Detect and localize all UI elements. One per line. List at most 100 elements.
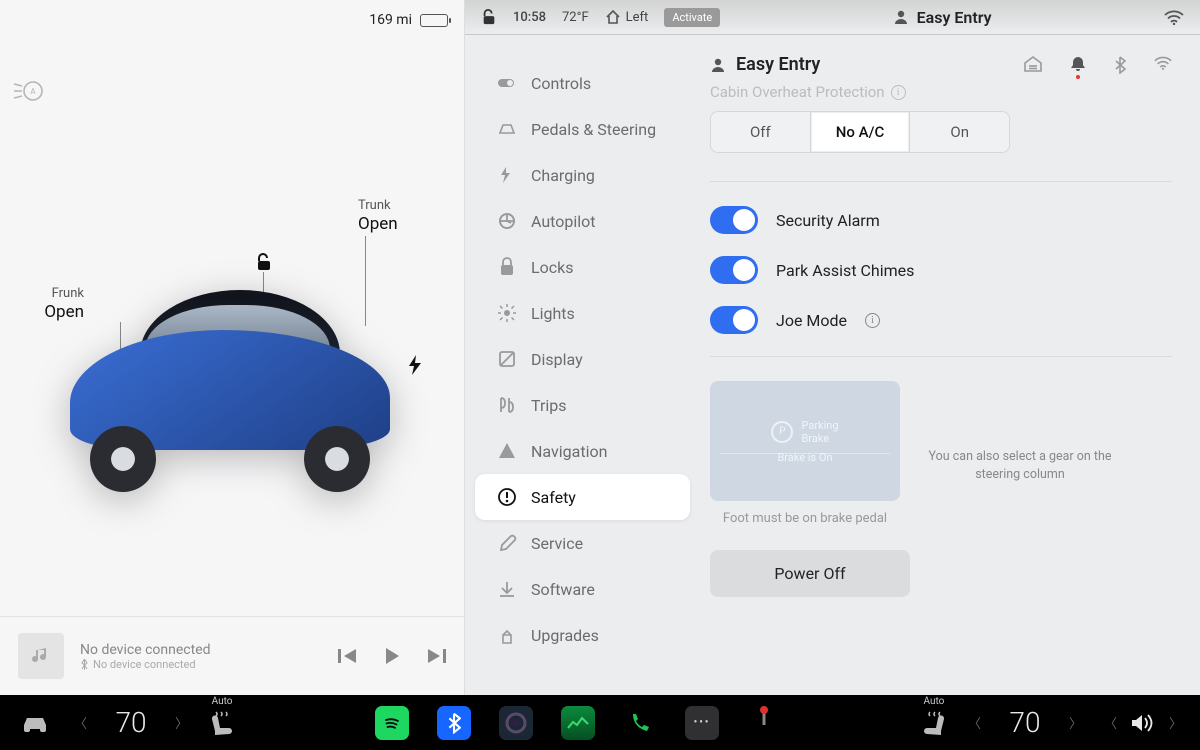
wifi-icon[interactable] [1164, 10, 1184, 25]
car-menu-icon[interactable] [10, 713, 60, 733]
menu-label: Trips [531, 396, 567, 415]
media-next-button[interactable] [426, 647, 446, 665]
menu-item-navigation[interactable]: Navigation [475, 428, 690, 474]
volume-down[interactable]: 〈 [1096, 713, 1125, 732]
overheat-option-on[interactable]: On [909, 112, 1009, 152]
detail-profile-title[interactable]: Easy Entry [710, 54, 820, 75]
info-icon[interactable]: i [865, 313, 880, 328]
menu-label: Service [531, 534, 583, 553]
menu-item-display[interactable]: Display [475, 336, 690, 382]
lock-status-icon[interactable] [481, 9, 497, 25]
vehicle-render-area: Frunk Open Trunk Open [0, 40, 464, 616]
menu-icon [497, 303, 517, 323]
wifi-small-icon[interactable] [1154, 56, 1172, 74]
menu-icon [497, 211, 517, 231]
vehicle-status-pane: 169 mi A Frunk Open Trunk Open [0, 0, 465, 695]
menu-label: Pedals & Steering [531, 120, 656, 139]
vehicle-3d-render [50, 270, 410, 490]
media-prev-button[interactable] [338, 647, 358, 665]
toggle-label: Joe Mode [776, 311, 847, 330]
overheat-segmented-control[interactable]: OffNo A/COn [710, 111, 1010, 153]
app-spotify[interactable] [375, 706, 409, 740]
menu-label: Controls [531, 74, 591, 93]
bluetooth-icon[interactable] [1114, 56, 1126, 74]
activate-button[interactable]: Activate [664, 8, 720, 27]
toggle-row-park-assist-chimes: Park Assist Chimes [710, 256, 1172, 284]
range-readout: 169 mi [369, 12, 412, 28]
menu-item-lights[interactable]: Lights [475, 290, 690, 336]
menu-label: Locks [531, 258, 573, 277]
charge-bolt-icon[interactable] [408, 355, 422, 375]
bottom-dock: 〈 70 〉 Auto ••• [0, 695, 1200, 750]
menu-icon [497, 625, 517, 645]
unlock-icon[interactable] [255, 253, 273, 271]
app-more[interactable]: ••• [685, 706, 719, 740]
menu-label: Software [531, 580, 595, 599]
menu-item-controls[interactable]: Controls [475, 60, 690, 106]
homelink-button[interactable]: Left [605, 10, 649, 25]
driver-temp[interactable]: 70 [101, 706, 161, 739]
passenger-temp[interactable]: 70 [995, 706, 1055, 739]
menu-label: Charging [531, 166, 595, 185]
left-status-bar: 169 mi [0, 0, 464, 40]
notifications-icon[interactable] [1070, 56, 1086, 74]
overheat-option-no-a-c[interactable]: No A/C [810, 112, 910, 152]
toggle-label: Security Alarm [776, 211, 880, 230]
app-bluetooth[interactable] [437, 706, 471, 740]
menu-item-pedals-steering[interactable]: Pedals & Steering [475, 106, 690, 152]
outside-temp: 72°F [562, 10, 589, 25]
menu-label: Autopilot [531, 212, 596, 231]
info-icon[interactable]: i [891, 85, 906, 100]
media-subtitle: No device connected [80, 658, 322, 671]
menu-item-trips[interactable]: Trips [475, 382, 690, 428]
toggle-switch[interactable] [710, 256, 758, 284]
media-play-button[interactable] [384, 647, 400, 665]
album-art-placeholder [18, 633, 64, 679]
left-temp-down[interactable]: 〈 [66, 713, 95, 732]
safety-detail-panel: Easy Entry Cabin Overheat Protection i [700, 34, 1200, 695]
menu-icon [497, 257, 517, 277]
volume-up[interactable]: 〉 [1161, 713, 1190, 732]
garage-icon[interactable] [1024, 56, 1042, 74]
menu-label: Lights [531, 304, 575, 323]
driver-seat-heat[interactable]: Auto [202, 709, 242, 737]
menu-item-safety[interactable]: Safety [475, 474, 690, 520]
settings-pane: 10:58 72°F Left Activate Easy Entry [465, 0, 1200, 695]
menu-item-locks[interactable]: Locks [475, 244, 690, 290]
menu-label: Safety [531, 488, 576, 507]
brake-pedal-note: Foot must be on brake pedal [710, 511, 900, 526]
right-temp-up[interactable]: 〉 [1061, 713, 1090, 732]
media-panel[interactable]: No device connected No device connected [0, 616, 464, 695]
left-temp-up[interactable]: 〉 [167, 713, 196, 732]
volume-icon[interactable] [1131, 713, 1155, 733]
driver-profile-chip[interactable]: Easy Entry [893, 8, 992, 27]
passenger-seat-heat[interactable]: Auto [914, 709, 954, 737]
menu-item-upgrades[interactable]: Upgrades [475, 612, 690, 658]
menu-icon [497, 395, 517, 415]
menu-item-charging[interactable]: Charging [475, 152, 690, 198]
app-energy[interactable] [561, 706, 595, 740]
right-temp-down[interactable]: 〈 [960, 713, 989, 732]
menu-label: Navigation [531, 442, 607, 461]
menu-label: Upgrades [531, 626, 599, 645]
settings-nav: Controls Pedals & Steering Charging Autopil… [465, 34, 700, 695]
menu-icon [497, 441, 517, 461]
menu-icon [497, 73, 517, 93]
right-topbar: 10:58 72°F Left Activate Easy Entry [465, 0, 1200, 34]
menu-item-autopilot[interactable]: Autopilot [475, 198, 690, 244]
menu-icon [497, 487, 517, 507]
app-dashcam[interactable] [499, 706, 533, 740]
toggle-switch[interactable] [710, 206, 758, 234]
menu-item-software[interactable]: Software [475, 566, 690, 612]
app-phone[interactable] [623, 706, 657, 740]
menu-label: Display [531, 350, 583, 369]
power-off-button[interactable]: Power Off [710, 550, 910, 597]
menu-icon [497, 533, 517, 553]
overheat-option-off[interactable]: Off [711, 112, 810, 152]
menu-item-service[interactable]: Service [475, 520, 690, 566]
toggle-switch[interactable] [710, 306, 758, 334]
trunk-label[interactable]: Trunk Open [358, 198, 398, 236]
parking-brake-card[interactable]: P ParkingBrake Brake is On [710, 381, 900, 501]
app-arcade[interactable] [747, 706, 781, 740]
menu-icon [497, 579, 517, 599]
